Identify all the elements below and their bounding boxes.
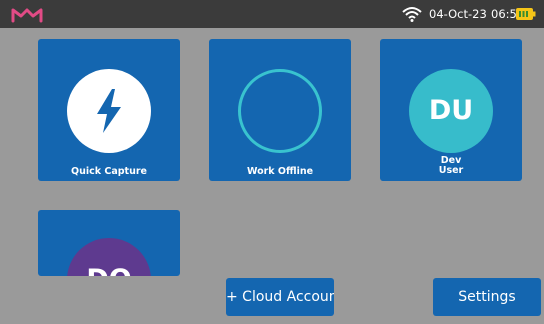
wifi-icon xyxy=(402,7,422,22)
tile-user-partial[interactable]: DQ xyxy=(38,210,180,276)
status-date: 04-Oct-23 xyxy=(429,7,487,21)
tile-label-line2: User xyxy=(438,165,464,176)
avatar: DQ xyxy=(67,238,151,276)
tile-quick-capture[interactable]: Quick Capture xyxy=(38,39,180,181)
battery-icon xyxy=(516,8,536,20)
tile-label: Work Offline xyxy=(246,166,314,177)
ring-icon xyxy=(238,69,322,153)
m-logo-icon xyxy=(11,8,43,23)
tile-dev-user[interactable]: DU Dev User xyxy=(380,39,522,181)
lightning-bolt-icon xyxy=(97,89,121,133)
settings-button[interactable]: Settings xyxy=(433,278,541,316)
status-bar: 04-Oct-23 06:51 xyxy=(0,0,544,28)
avatar: DU xyxy=(409,69,493,153)
tile-label: Quick Capture xyxy=(71,166,147,177)
quick-capture-circle xyxy=(67,69,151,153)
add-cloud-account-button[interactable]: + Cloud Account xyxy=(226,278,334,316)
tile-work-offline[interactable]: Work Offline xyxy=(209,39,351,181)
